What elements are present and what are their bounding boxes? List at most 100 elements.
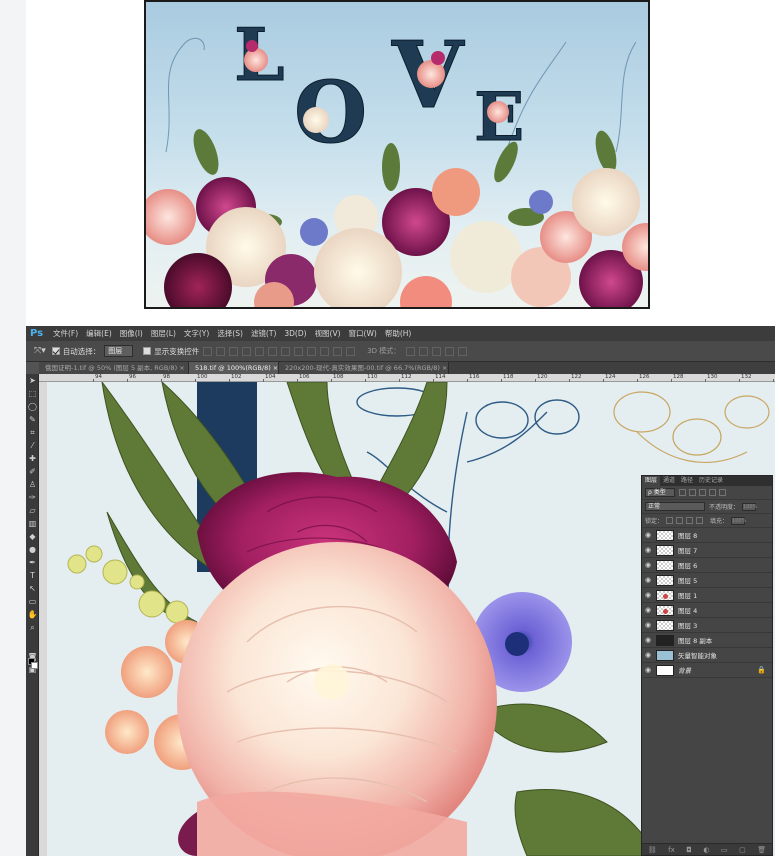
visibility-eye-icon[interactable]: ◉ [642, 561, 654, 569]
visibility-eye-icon[interactable]: ◉ [642, 621, 654, 629]
align-left-icon[interactable] [242, 346, 252, 356]
distribute-top-icon[interactable] [281, 346, 291, 356]
3d-scale-icon[interactable] [458, 346, 468, 356]
visibility-eye-icon[interactable]: ◉ [642, 666, 654, 674]
menu-window[interactable]: 窗口(W) [345, 326, 381, 341]
menu-type[interactable]: 文字(Y) [180, 326, 213, 341]
layer-row[interactable]: ◉ 背景 🔒 [642, 663, 772, 678]
fill-field[interactable]: 100% [731, 516, 746, 525]
pen-tool-icon[interactable]: ✒ [26, 556, 39, 569]
lock-all-icon[interactable] [696, 517, 704, 524]
new-layer-icon[interactable]: ▢ [739, 846, 746, 854]
quick-select-tool-icon[interactable]: ✎ [26, 413, 39, 426]
distribute-left-icon[interactable] [320, 346, 330, 356]
3d-pan-icon[interactable] [432, 346, 442, 356]
new-group-icon[interactable]: ▭ [721, 846, 728, 854]
menu-layer[interactable]: 图层(L) [147, 326, 180, 341]
tab-layers[interactable]: 图层 [642, 476, 661, 486]
layer-row[interactable]: ◉ 图层 1 [642, 588, 772, 603]
menu-image[interactable]: 图像(I) [116, 326, 147, 341]
tab-history[interactable]: 历史记录 [696, 476, 726, 486]
3d-rotate-icon[interactable] [406, 346, 416, 356]
menu-view[interactable]: 视图(V) [311, 326, 345, 341]
layer-row[interactable]: ◉ 图层 6 [642, 558, 772, 573]
menu-edit[interactable]: 编辑(E) [82, 326, 116, 341]
lock-transparent-icon[interactable] [666, 517, 674, 524]
auto-select-checkbox[interactable] [51, 347, 60, 355]
distribute-vcenter-icon[interactable] [294, 346, 304, 356]
distribute-right-icon[interactable] [346, 346, 356, 356]
crop-tool-icon[interactable]: ⌗ [26, 426, 39, 439]
gradient-tool-icon[interactable]: ▥ [26, 517, 39, 530]
lasso-tool-icon[interactable]: ◯ [26, 400, 39, 413]
visibility-eye-icon[interactable]: ◉ [642, 531, 654, 539]
filter-smart-icon[interactable] [718, 489, 726, 496]
eyedropper-tool-icon[interactable]: ⁄ [26, 439, 39, 452]
tab-paths[interactable]: 路径 [678, 476, 696, 486]
layer-filter-dropdown[interactable]: ρ 类型 [645, 488, 675, 497]
brush-tool-icon[interactable]: ✐ [26, 465, 39, 478]
layer-row[interactable]: ◉ 图层 7 [642, 543, 772, 558]
lock-image-icon[interactable] [676, 517, 684, 524]
distribute-bottom-icon[interactable] [307, 346, 317, 356]
type-tool-icon[interactable]: T [26, 569, 39, 582]
move-tool-icon[interactable]: ⤧▾ [34, 346, 46, 356]
filter-type-icon[interactable] [698, 489, 706, 496]
menu-file[interactable]: 文件(F) [49, 326, 82, 341]
menu-select[interactable]: 选择(S) [213, 326, 247, 341]
align-right-icon[interactable] [268, 346, 278, 356]
blend-mode-dropdown[interactable]: 正常 [645, 502, 705, 511]
visibility-eye-icon[interactable]: ◉ [642, 591, 654, 599]
menu-filter[interactable]: 滤镜(T) [247, 326, 280, 341]
visibility-eye-icon[interactable]: ◉ [642, 651, 654, 659]
filter-shape-icon[interactable] [708, 489, 716, 496]
move-tool-icon[interactable]: ➤ [26, 374, 39, 387]
align-vcenter-icon[interactable] [216, 346, 226, 356]
background-color-swatch[interactable] [31, 662, 38, 669]
layer-row[interactable]: ◉ 矢量智能对象 [642, 648, 772, 663]
visibility-eye-icon[interactable]: ◉ [642, 546, 654, 554]
eraser-tool-icon[interactable]: ▱ [26, 504, 39, 517]
tab-channels[interactable]: 通道 [660, 476, 678, 486]
clone-stamp-tool-icon[interactable]: ♙ [26, 478, 39, 491]
layer-name: 矢量智能对象 [678, 652, 717, 660]
hand-tool-icon[interactable]: ✋ [26, 608, 39, 621]
layer-row[interactable]: ◉ 图层 5 [642, 573, 772, 588]
dodge-tool-icon[interactable]: ● [26, 543, 39, 556]
3d-roll-icon[interactable] [419, 346, 429, 356]
menu-3d[interactable]: 3D(D) [280, 326, 310, 341]
link-layers-icon[interactable]: ⛓ [648, 846, 657, 854]
distribute-hcenter-icon[interactable] [333, 346, 343, 356]
filter-adjust-icon[interactable] [688, 489, 696, 496]
love-title: L O V E [234, 12, 525, 163]
layer-row[interactable]: ◉ 图层 3 [642, 618, 772, 633]
auto-select-dropdown[interactable]: 图层 [104, 345, 134, 357]
delete-layer-icon[interactable]: 🗑 [757, 846, 766, 854]
align-bottom-icon[interactable] [229, 346, 239, 356]
visibility-eye-icon[interactable]: ◉ [642, 576, 654, 584]
marquee-tool-icon[interactable]: ⬚ [26, 387, 39, 400]
blur-tool-icon[interactable]: ◆ [26, 530, 39, 543]
visibility-eye-icon[interactable]: ◉ [642, 636, 654, 644]
zoom-tool-icon[interactable]: ⌕ [26, 621, 39, 634]
visibility-eye-icon[interactable]: ◉ [642, 606, 654, 614]
layer-row[interactable]: ◉ 图层 8 副本 [642, 633, 772, 648]
healing-brush-tool-icon[interactable]: ✚ [26, 452, 39, 465]
align-hcenter-icon[interactable] [255, 346, 265, 356]
3d-slide-icon[interactable] [445, 346, 455, 356]
path-select-tool-icon[interactable]: ↖ [26, 582, 39, 595]
layer-style-icon[interactable]: fx [668, 846, 675, 854]
history-brush-tool-icon[interactable]: ✑ [26, 491, 39, 504]
shape-tool-icon[interactable]: ▭ [26, 595, 39, 608]
lock-position-icon[interactable] [686, 517, 694, 524]
filter-pixel-icon[interactable] [678, 489, 686, 496]
ruler-number: 110 [367, 374, 378, 380]
layer-row[interactable]: ◉ 图层 4 [642, 603, 772, 618]
menu-help[interactable]: 帮助(H) [381, 326, 416, 341]
add-mask-icon[interactable]: ◘ [686, 846, 692, 854]
align-top-icon[interactable] [203, 346, 213, 356]
show-transform-checkbox[interactable] [143, 347, 152, 355]
layer-row[interactable]: ◉ 图层 8 [642, 528, 772, 543]
opacity-field[interactable]: 100% [742, 502, 757, 511]
adjustment-layer-icon[interactable]: ◐ [703, 846, 709, 854]
